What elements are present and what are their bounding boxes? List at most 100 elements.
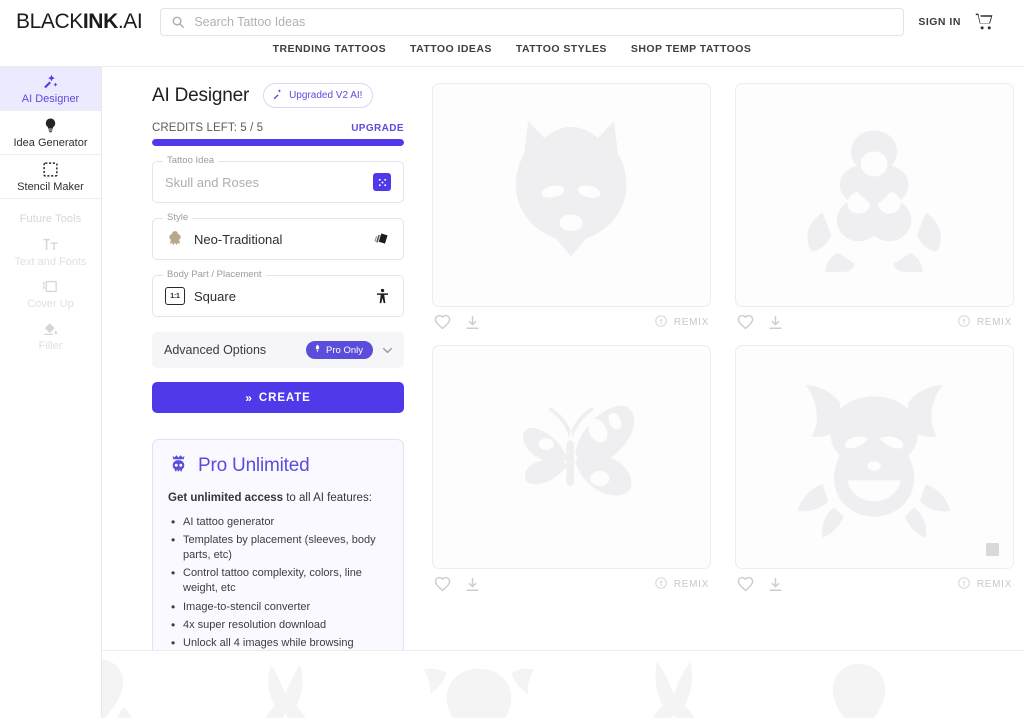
result-image-rose-flower[interactable] (735, 83, 1014, 307)
result-image-wolf-head[interactable] (432, 83, 711, 307)
hannya-mask-tattoo-art (798, 384, 951, 538)
shopping-cart-icon[interactable] (975, 12, 994, 31)
page-body: AI Designer Idea Generator Stencil Maker… (0, 67, 1024, 718)
search-icon (171, 15, 185, 29)
heart-icon[interactable] (434, 576, 451, 593)
style-legend: Style (163, 212, 193, 223)
remix-button[interactable]: REMIX (957, 576, 1012, 593)
pro-unlimited-title: Pro Unlimited (198, 455, 310, 476)
credits-progress-bar (152, 139, 404, 146)
download-icon[interactable] (767, 314, 784, 331)
sidebar-label-filler: Filler (38, 340, 63, 352)
remix-button[interactable]: REMIX (957, 314, 1012, 331)
result-image-butterfly[interactable] (432, 345, 711, 569)
header-actions: SIGN IN (918, 12, 994, 31)
style-field[interactable]: Style Neo-Traditional (152, 212, 404, 260)
sidebar-label-cover-up: Cover Up (27, 298, 74, 310)
sidebar-item-stencil-maker[interactable]: Stencil Maker (0, 155, 101, 199)
credits-progress-fill (152, 139, 404, 146)
sidebar-item-filler: Filler (0, 315, 101, 357)
result-image-hannya-mask[interactable] (735, 345, 1014, 569)
sidebar-label-text-and-fonts: Text and Fonts (14, 256, 87, 268)
body-part-value: Square (194, 288, 236, 304)
chevron-down-icon[interactable] (381, 344, 394, 357)
remix-icon (957, 314, 971, 331)
download-icon[interactable] (464, 314, 481, 331)
result-card: REMIX (432, 345, 711, 593)
sidebar-item-ai-designer[interactable]: AI Designer (0, 67, 101, 111)
pro-unlimited-subtitle: Get unlimited access to all AI features: (168, 490, 388, 507)
credits-left-label: CREDITS LEFT: 5 / 5 (152, 122, 264, 134)
search-bar[interactable] (160, 7, 905, 36)
sidebar-item-idea-generator[interactable]: Idea Generator (0, 111, 101, 155)
logo-text-ink: INK (82, 9, 118, 33)
remix-button[interactable]: REMIX (654, 314, 709, 331)
lightbulb-icon (42, 117, 59, 134)
remix-icon (957, 576, 971, 593)
download-icon[interactable] (767, 576, 784, 593)
advanced-options-row[interactable]: Advanced Options Pro Only (152, 332, 404, 368)
sparkle-wand-icon (272, 88, 284, 103)
wolf-head-tattoo-art (516, 120, 627, 257)
nav-item-tattoo-styles[interactable]: TATTOO STYLES (516, 43, 607, 55)
designer-panel: AI Designer Upgraded V2 AI! CREDITS LEFT… (102, 83, 422, 718)
pro-unlimited-subtitle-rest: to all AI features: (283, 492, 372, 504)
rose-flower-tattoo-art (807, 130, 942, 272)
result-card: REMIX (735, 345, 1014, 593)
body-part-legend: Body Part / Placement (163, 269, 266, 280)
remix-label: REMIX (673, 579, 709, 590)
nav-item-shop-temp-tattoos[interactable]: SHOP TEMP TATTOOS (631, 43, 751, 55)
pro-only-label: Pro Only (326, 344, 363, 356)
pro-unlimited-feature-list: AI tattoo generator Templates by placeme… (168, 514, 388, 652)
text-format-icon (42, 236, 59, 253)
heart-icon[interactable] (434, 314, 451, 331)
nav-item-trending-tattoos[interactable]: TRENDING TATTOOS (273, 43, 386, 55)
page-title: AI Designer (152, 84, 250, 106)
list-item: AI tattoo generator (168, 514, 388, 531)
result-card: REMIX (735, 83, 1014, 331)
cover-up-square-icon (42, 278, 59, 295)
aspect-ratio-label: 1:1 (165, 287, 185, 305)
heart-icon[interactable] (737, 314, 754, 331)
style-value: Neo-Traditional (194, 231, 283, 247)
dice-randomize-icon[interactable] (372, 172, 392, 192)
sign-in-button[interactable]: SIGN IN (918, 16, 961, 28)
create-button[interactable]: » CREATE (152, 382, 404, 413)
tattoo-idea-field[interactable]: Tattoo Idea Skull and Roses (152, 155, 404, 203)
tattoo-idea-legend: Tattoo Idea (163, 155, 219, 166)
result-card-actions: REMIX (432, 307, 711, 331)
remix-label: REMIX (976, 579, 1012, 590)
logo-text-ai: .AI (117, 9, 143, 33)
aspect-ratio-1-1-icon: 1:1 (165, 286, 185, 306)
search-input[interactable] (194, 14, 894, 29)
body-figure-icon[interactable] (372, 286, 392, 306)
results-grid: REMIX REMIX REMIX REMIX (422, 83, 1024, 718)
double-chevron-right-icon: » (245, 390, 252, 405)
pro-unlimited-subtitle-bold: Get unlimited access (168, 492, 284, 504)
pro-only-badge[interactable]: Pro Only (306, 341, 373, 359)
upgraded-v2-badge-label: Upgraded V2 AI! (289, 90, 363, 101)
heart-icon[interactable] (737, 576, 754, 593)
sidebar-label-idea-generator: Idea Generator (13, 136, 88, 149)
download-icon[interactable] (464, 576, 481, 593)
tool-sidebar: AI Designer Idea Generator Stencil Maker… (0, 67, 102, 718)
primary-nav: TRENDING TATTOOS TATTOO IDEAS TATTOO STY… (0, 43, 1024, 67)
remix-button[interactable]: REMIX (654, 576, 709, 593)
list-item: Templates by placement (sleeves, body pa… (168, 532, 388, 563)
create-button-label: CREATE (258, 391, 311, 404)
nav-item-tattoo-ideas[interactable]: TATTOO IDEAS (410, 43, 492, 55)
dashed-square-icon (42, 161, 59, 178)
list-item: Unlock all 4 images while browsing (168, 635, 388, 652)
sidebar-group-future-tools: Future Tools (19, 213, 82, 225)
body-part-placement-field[interactable]: Body Part / Placement 1:1 Square (152, 269, 404, 317)
site-logo[interactable]: BLACKINK.AI (16, 9, 143, 34)
ink-cards-icon[interactable] (372, 229, 392, 249)
remix-icon (654, 576, 668, 593)
upgraded-v2-badge[interactable]: Upgraded V2 AI! (263, 83, 374, 108)
credits-upgrade-link[interactable]: UPGRADE (351, 123, 404, 134)
credits-row: CREDITS LEFT: 5 / 5 UPGRADE (152, 122, 404, 134)
preview-art-3 (423, 668, 535, 718)
result-card-actions: REMIX (432, 569, 711, 593)
butterfly-tattoo-art (523, 405, 635, 496)
list-item: Control tattoo complexity, colors, line … (168, 565, 388, 596)
